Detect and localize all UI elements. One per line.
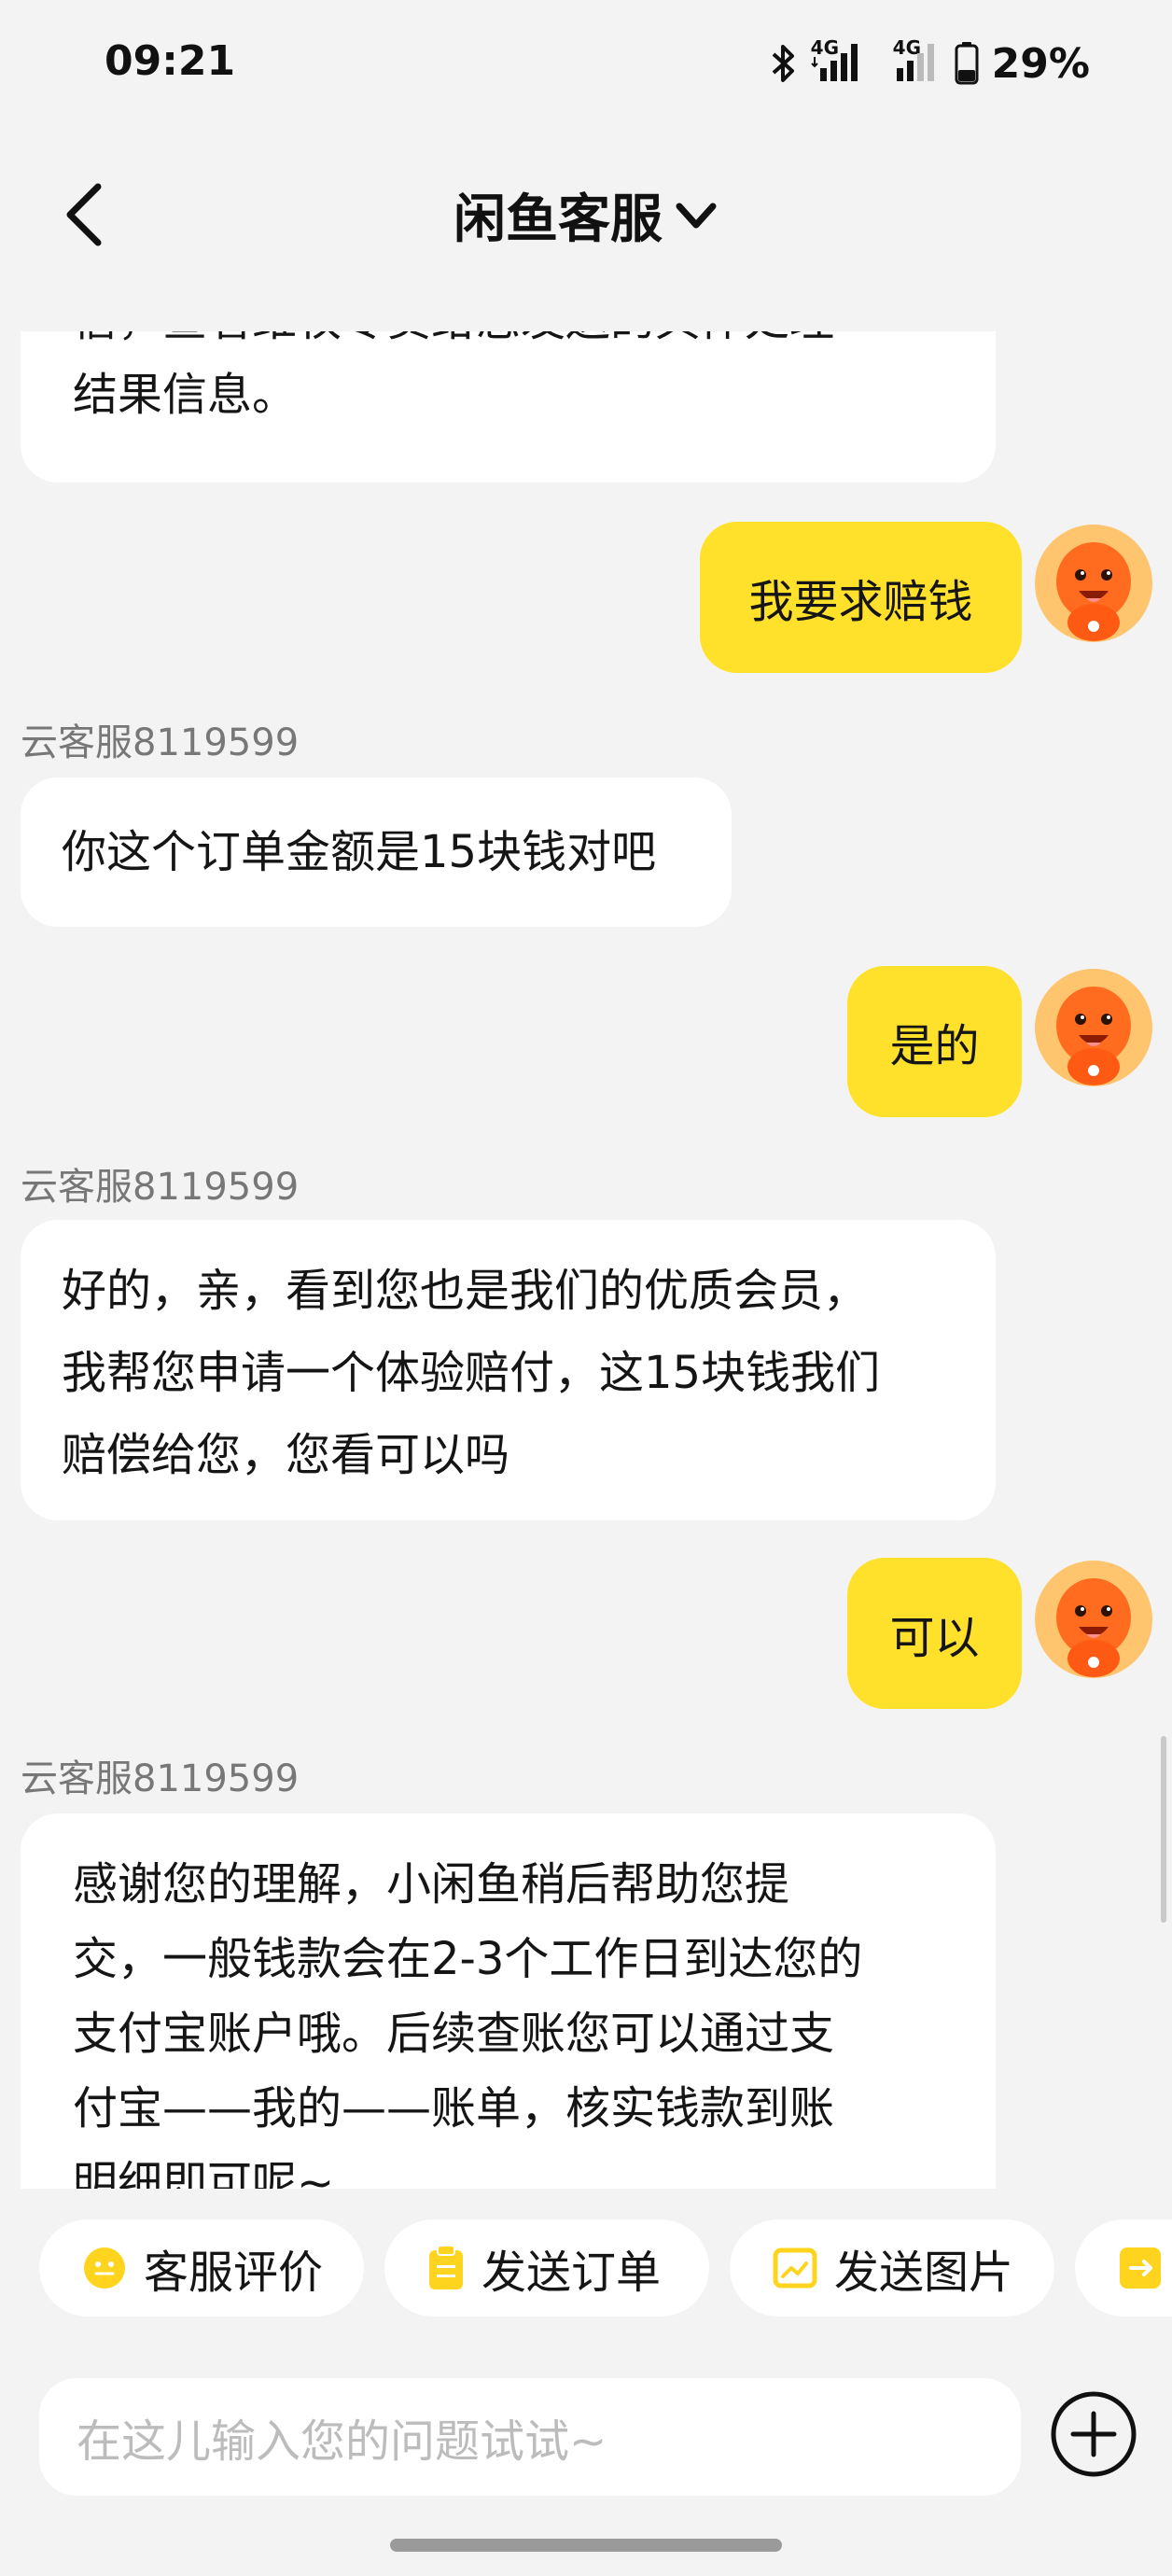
avatar[interactable] xyxy=(1034,968,1153,1087)
message-line: 结果信息。 xyxy=(73,369,298,421)
message-text: 我要求赔钱 xyxy=(748,576,973,628)
share-icon xyxy=(1120,2247,1161,2289)
battery-icon xyxy=(955,42,979,85)
chat-message-list[interactable]: 信，查看维权专员给您发送的具体处理 结果信息。 我要求赔钱 云客服8119599… xyxy=(0,331,1172,2189)
message-line: 付宝——我的——账单，核实钱款到账 xyxy=(73,2082,835,2135)
bluetooth-icon xyxy=(772,45,794,82)
message-bubble-user: 我要求赔钱 xyxy=(700,522,1022,673)
home-indicator[interactable] xyxy=(390,2539,782,2552)
message-bubble-agent: 你这个订单金额是15块钱对吧 xyxy=(21,777,732,927)
input-placeholder: 在这儿输入您的问题试试~ xyxy=(77,2415,607,2468)
scrollbar[interactable] xyxy=(1161,1736,1166,1923)
chip-label: 客服评价 xyxy=(144,2247,324,2299)
message-bubble-agent: 信，查看维权专员给您发送的具体处理 结果信息。 xyxy=(21,331,996,483)
status-time: 09:21 xyxy=(105,37,236,85)
message-line: 赔偿给您，您看可以吗 xyxy=(62,1429,510,1481)
message-line: 你这个订单金额是15块钱对吧 xyxy=(62,826,657,878)
chip-label: 发送订单 xyxy=(481,2247,662,2299)
plus-circle-icon[interactable] xyxy=(1049,2389,1138,2479)
message-line: 感谢您的理解，小闲鱼稍后帮助您提 xyxy=(73,1858,790,1911)
status-icons: 4G 4G 29% xyxy=(770,36,1090,90)
avatar[interactable] xyxy=(1034,1560,1153,1679)
share-button[interactable] xyxy=(1075,2219,1172,2317)
message-input[interactable]: 在这儿输入您的问题试试~ xyxy=(39,2378,1021,2496)
message-line: 我帮您申请一个体验赔付，这15块钱我们 xyxy=(62,1347,881,1399)
message-line: 明细即可呢~ xyxy=(73,2157,335,2189)
message-bubble-user: 可以 xyxy=(847,1558,1022,1709)
avatar[interactable] xyxy=(1034,524,1153,643)
rate-service-button[interactable]: 客服评价 xyxy=(39,2219,364,2317)
chip-label: 发送图片 xyxy=(834,2247,1014,2299)
sender-name: 云客服8119599 xyxy=(21,1166,300,1209)
sender-name: 云客服8119599 xyxy=(21,721,300,764)
message-bubble-user: 是的 xyxy=(847,966,1022,1117)
signal-icon: 4G xyxy=(887,36,942,87)
message-text: 可以 xyxy=(889,1612,980,1664)
signal-icon: 4G xyxy=(811,36,865,87)
message-line: 信，查看维权专员给您发送的具体处理 xyxy=(73,331,996,357)
message-bubble-agent: 感谢您的理解，小闲鱼稍后帮助您提 交，一般钱款会在2-3个工作日到达您的 支付宝… xyxy=(21,1813,996,2189)
clipboard-icon xyxy=(429,2245,463,2289)
status-bar: 09:21 4G 4G 29% xyxy=(0,0,1172,131)
quick-action-bar[interactable]: 客服评价 发送订单 发送图片 xyxy=(0,2219,1172,2320)
battery-percent: 29% xyxy=(991,39,1090,88)
title-dropdown[interactable]: 闲鱼客服 xyxy=(0,177,1172,253)
chat-header: 闲鱼客服 xyxy=(0,140,1172,289)
smiley-icon xyxy=(84,2247,125,2289)
image-icon xyxy=(773,2247,817,2289)
message-bubble-agent: 好的，亲，看到您也是我们的优质会员， 我帮您申请一个体验赔付，这15块钱我们 赔… xyxy=(21,1220,996,1520)
message-line: 交，一般钱款会在2-3个工作日到达您的 xyxy=(73,1933,863,1985)
message-line: 支付宝账户哦。后续查账您可以通过支 xyxy=(73,2008,835,2060)
page-title: 闲鱼客服 xyxy=(453,189,663,250)
sender-name: 云客服8119599 xyxy=(21,1757,300,1800)
message-line: 好的，亲，看到您也是我们的优质会员， xyxy=(62,1265,869,1317)
send-image-button[interactable]: 发送图片 xyxy=(730,2219,1054,2317)
chevron-down-icon xyxy=(676,203,717,228)
send-order-button[interactable]: 发送订单 xyxy=(384,2219,709,2317)
message-text: 是的 xyxy=(889,1020,980,1072)
